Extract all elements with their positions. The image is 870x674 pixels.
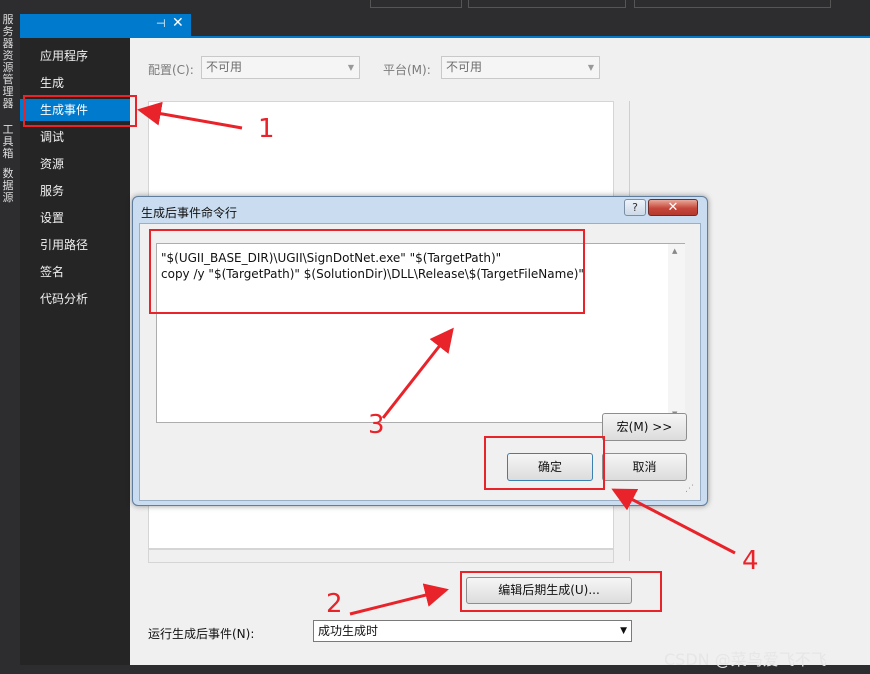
annotation-number-3: 3 xyxy=(368,410,385,440)
annotation-arrow-2 xyxy=(349,583,449,616)
annotation-arrows xyxy=(137,101,736,616)
annotation-number-2: 2 xyxy=(326,589,343,619)
annotation-arrow-4 xyxy=(611,488,736,555)
annotation-number-1: 1 xyxy=(258,114,275,144)
watermark: CSDN @菜鸟爱飞不飞 xyxy=(664,650,827,669)
annotation-arrow-1 xyxy=(137,101,243,130)
annotation-arrow-3 xyxy=(381,327,454,419)
annotation-number-4: 4 xyxy=(742,546,759,576)
